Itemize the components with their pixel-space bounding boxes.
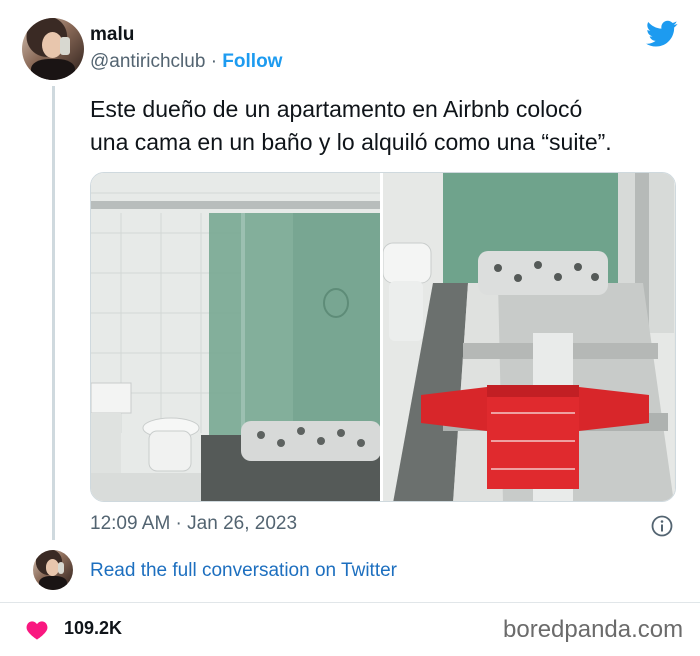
tweet-text: Este dueño de un apartamento en Airbnb c… xyxy=(90,93,690,159)
info-icon[interactable] xyxy=(651,515,673,537)
boredpanda-watermark: boredpanda.com xyxy=(503,616,684,643)
like-count[interactable]: 109.2K xyxy=(64,618,122,639)
avatar[interactable] xyxy=(22,18,84,80)
display-name[interactable]: malu xyxy=(90,24,134,46)
separator: · xyxy=(210,51,218,72)
follow-button[interactable]: Follow xyxy=(222,51,282,72)
thread-line xyxy=(52,86,55,540)
heart-icon[interactable] xyxy=(26,620,48,640)
tweet-text-line-2: una cama en un baño y lo alquiló como un… xyxy=(90,129,612,155)
avatar-small[interactable] xyxy=(33,550,73,590)
divider xyxy=(0,602,700,603)
twitter-bird-icon[interactable] xyxy=(646,20,678,48)
tweet-timestamp[interactable]: 12:09 AM · Jan 26, 2023 xyxy=(90,513,297,535)
handle-row: @antirichclub · Follow xyxy=(90,51,282,73)
photo-bathroom-overview[interactable] xyxy=(91,173,383,501)
tweet-media xyxy=(90,172,676,502)
photo-bed-closeup[interactable] xyxy=(383,173,675,501)
tweet-text-line-1: Este dueño de un apartamento en Airbnb c… xyxy=(90,96,583,122)
bed-closeup-image xyxy=(383,173,674,501)
read-conversation-link[interactable]: Read the full conversation on Twitter xyxy=(90,560,397,582)
handle[interactable]: @antirichclub xyxy=(90,51,205,72)
bathroom-overview-image xyxy=(91,173,380,501)
